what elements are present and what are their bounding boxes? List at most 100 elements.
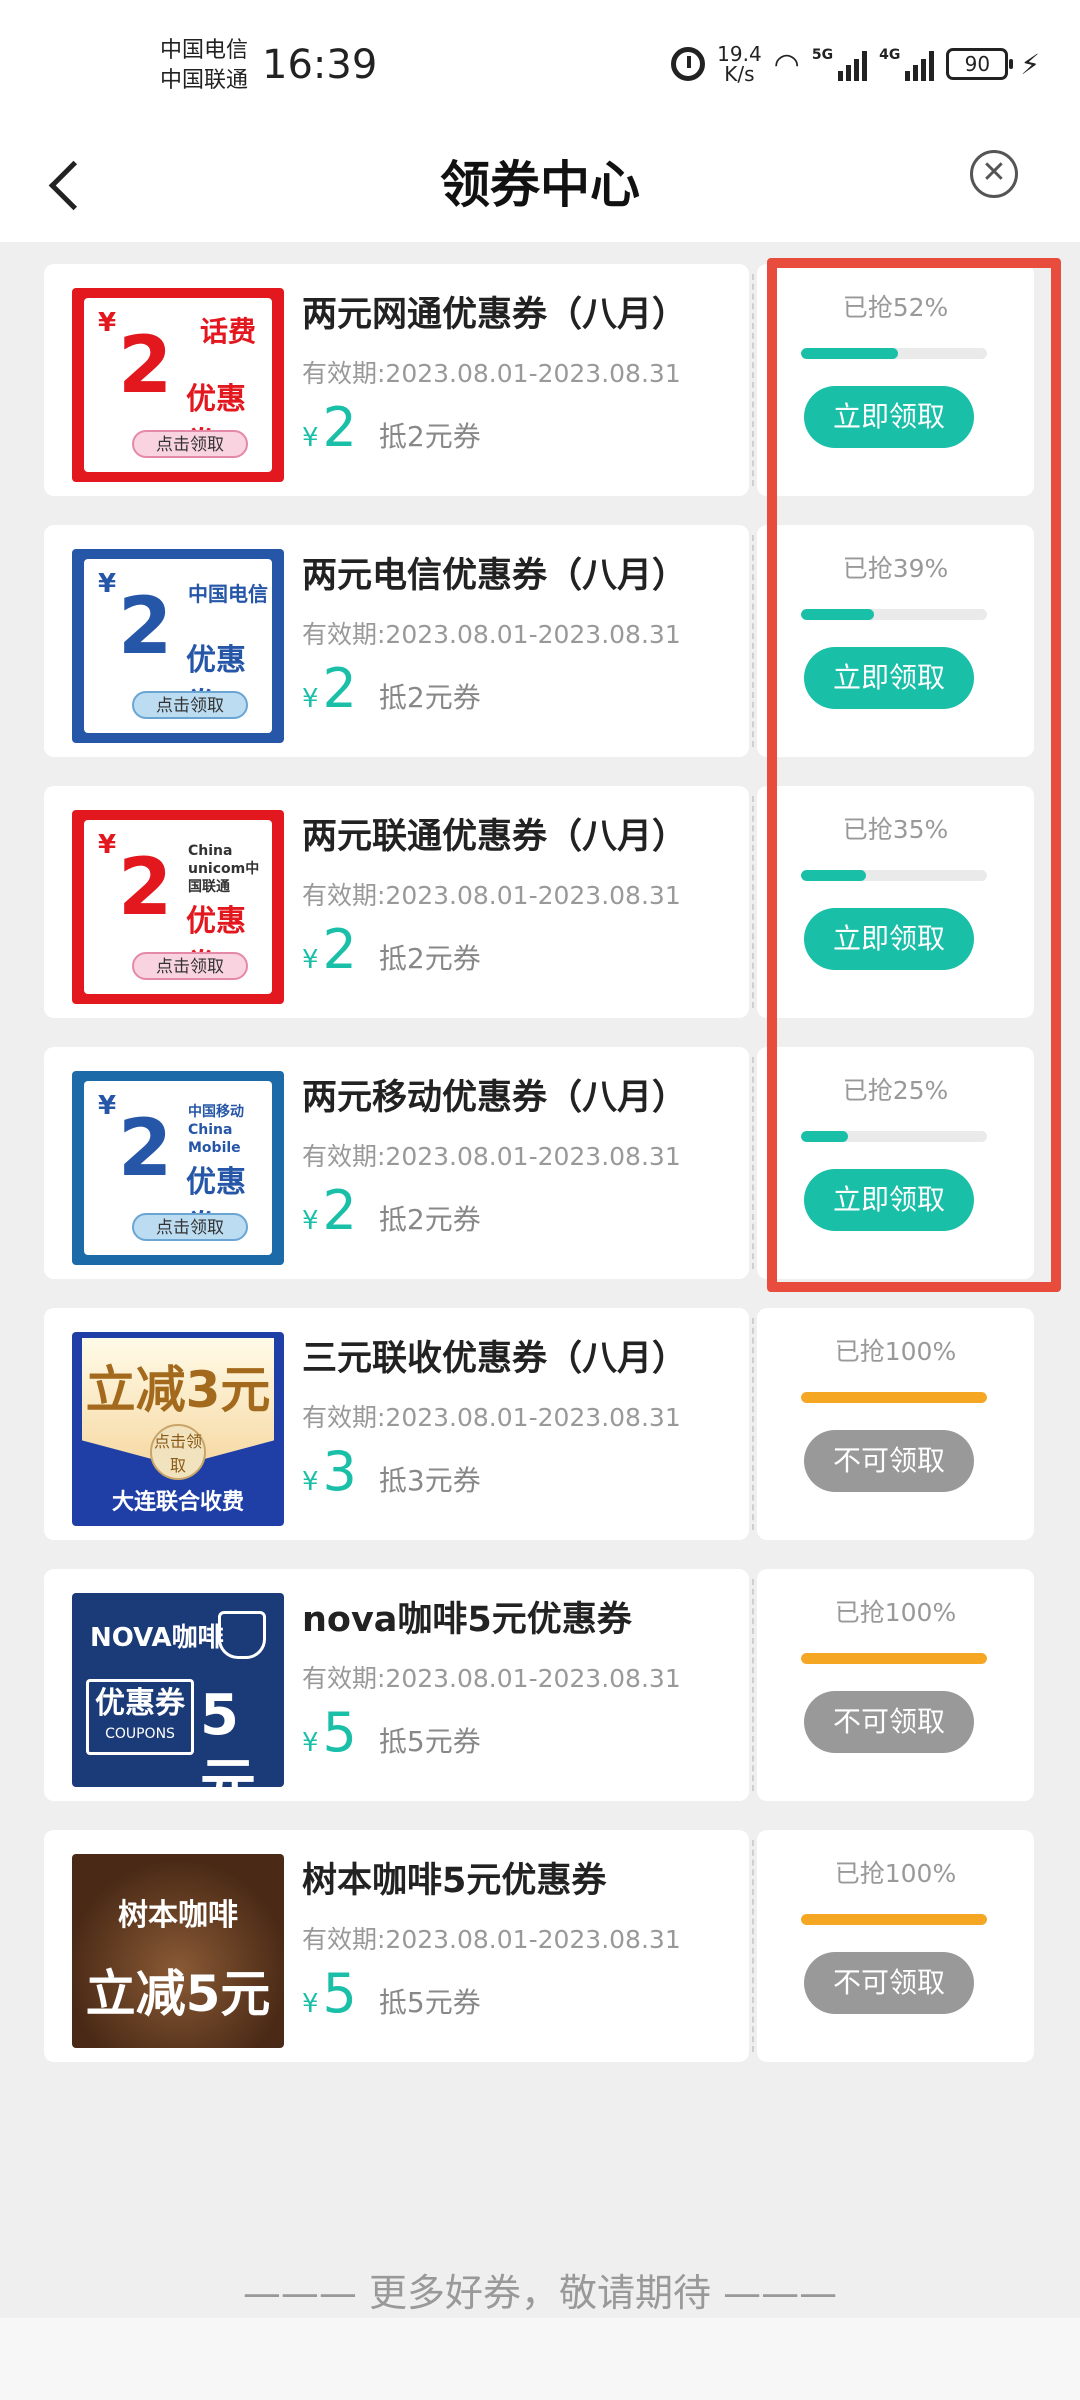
coupon-price: ¥ 2 抵2元券	[302, 396, 481, 459]
coupon-info: ¥ 2 中国电信 优惠券 点击领取 两元电信优惠券（八月） 有效期:2023.0…	[44, 525, 749, 757]
battery-icon: 90	[946, 48, 1014, 80]
net-type-1: 5G	[811, 47, 834, 63]
coupon-amount: 5	[322, 1701, 357, 1764]
perforation-divider	[752, 796, 754, 1008]
thumb-brand: 中国移动 China Mobile	[188, 1104, 244, 1156]
page-title: 领券中心	[440, 156, 640, 214]
coupon-desc: 抵5元券	[378, 1725, 481, 1758]
thumb-label: 优惠券	[95, 1686, 185, 1721]
thumb-click-label: 点击领取	[132, 1213, 248, 1241]
currency-symbol: ¥	[302, 1989, 319, 2019]
progress-fill	[801, 1392, 987, 1403]
system-nav-bar	[0, 2318, 1080, 2400]
coupon-image: ¥ 2 China unicom中国联通 优惠券 点击领取	[72, 810, 284, 1004]
coupon-card: NOVA咖啡 优惠券 COUPONS 5元 nova咖啡5元优惠券 有效期:20…	[44, 1569, 1034, 1801]
claim-button-disabled[interactable]: 不可领取	[804, 1952, 974, 2014]
coupon-price: ¥ 5 抵5元券	[302, 1701, 481, 1764]
currency-symbol: ¥	[302, 1206, 319, 1236]
coupon-amount: 2	[322, 396, 357, 459]
coupon-amount: 2	[322, 657, 357, 720]
perforation-divider	[752, 1579, 754, 1791]
coupon-image: 树本咖啡 立减5元	[72, 1854, 284, 2048]
speed-unit: K/s	[724, 62, 755, 86]
thumb-brand: 树本咖啡	[118, 1898, 238, 1933]
perforation-divider	[752, 1057, 754, 1269]
coupon-info: 立减3元 点击领取 大连联合收费 三元联收优惠券（八月） 有效期:2023.08…	[44, 1308, 749, 1540]
claimed-percent: 已抢100%	[834, 1598, 957, 1627]
alarm-icon	[671, 47, 706, 81]
coupon-price: ¥ 3 抵3元券	[302, 1440, 481, 1503]
network-speed: 19.4 K/s	[717, 44, 762, 84]
perforation-divider	[752, 535, 754, 747]
coupon-claim-panel: 已抢100% 不可领取	[757, 1569, 1034, 1801]
progress-bar	[801, 1914, 987, 1925]
header: 领券中心 ✕	[0, 130, 1080, 242]
clock: 16:39	[262, 42, 378, 88]
carrier-1: 中国电信	[160, 38, 249, 63]
thumb-brand: China unicom中国联通	[188, 843, 260, 895]
coupon-validity: 有效期:2023.08.01-2023.08.31	[302, 1142, 681, 1171]
coupon-image: ¥ 2 话费 优惠券 点击领取	[72, 288, 284, 482]
claimed-percent: 已抢100%	[834, 1337, 957, 1366]
coffee-cup-icon	[218, 1611, 266, 1659]
perforation-divider	[752, 1318, 754, 1530]
coupon-image: 立减3元 点击领取 大连联合收费	[72, 1332, 284, 1526]
claim-button-disabled[interactable]: 不可领取	[804, 1430, 974, 1492]
coupon-amount: 3	[322, 1440, 357, 1503]
thumb-click-label: 点击领取	[132, 952, 248, 980]
close-icon[interactable]: ✕	[970, 150, 1018, 198]
coupon-desc: 抵2元券	[378, 420, 481, 453]
coupon-claim-panel: 已抢100% 不可领取	[757, 1308, 1034, 1540]
thumb-label: 立减5元	[85, 1965, 271, 2023]
progress-bar	[801, 1392, 987, 1403]
currency-symbol: ¥	[302, 1467, 319, 1497]
coupon-amount: 2	[322, 918, 357, 981]
perforation-divider	[752, 1840, 754, 2052]
coupon-price: ¥ 2 抵2元券	[302, 657, 481, 720]
carrier-labels: 中国电信 中国联通	[160, 36, 248, 96]
footer-message: ——— 更多好券，敬请期待 ———	[242, 2271, 838, 2315]
coupon-image: ¥ 2 中国电信 优惠券 点击领取	[72, 549, 284, 743]
coupon-validity: 有效期:2023.08.01-2023.08.31	[302, 1664, 681, 1693]
perforation-divider	[752, 274, 754, 486]
progress-fill	[801, 1653, 987, 1664]
coupon-price: ¥ 2 抵2元券	[302, 918, 481, 981]
coupon-image: ¥ 2 中国移动 China Mobile 优惠券 点击领取	[72, 1071, 284, 1265]
coupon-desc: 抵3元券	[378, 1464, 481, 1497]
coupon-info: 树本咖啡 立减5元 树本咖啡5元优惠券 有效期:2023.08.01-2023.…	[44, 1830, 749, 2062]
coupon-name: nova咖啡5元优惠券	[302, 1600, 632, 1640]
thumb-yen: ¥	[98, 830, 117, 860]
coupon-amount: 2	[322, 1179, 357, 1242]
coupon-desc: 抵2元券	[378, 1203, 481, 1236]
thumb-yen: ¥	[98, 308, 117, 338]
coupon-info: NOVA咖啡 优惠券 COUPONS 5元 nova咖啡5元优惠券 有效期:20…	[44, 1569, 749, 1801]
coupon-desc: 抵2元券	[378, 681, 481, 714]
thumb-brand: 话费	[199, 315, 256, 348]
claim-button-disabled[interactable]: 不可领取	[804, 1691, 974, 1753]
progress-fill	[801, 1914, 987, 1925]
wifi-icon: ◠	[773, 46, 800, 82]
thumb-click-label: 点击领取	[150, 1424, 206, 1480]
thumb-yen: ¥	[98, 569, 117, 599]
coupon-amount: 5	[322, 1962, 357, 2025]
charging-icon: ⚡	[1020, 47, 1040, 81]
carrier-2: 中国联通	[160, 68, 249, 93]
coupon-name: 三元联收优惠券（八月）	[302, 1339, 688, 1379]
thumb-coupon-box: 优惠券 COUPONS	[86, 1679, 194, 1755]
thumb-brand: NOVA咖啡	[90, 1623, 224, 1653]
coupon-claim-panel: 已抢100% 不可领取	[757, 1830, 1034, 2062]
thumb-value: 5元	[200, 1683, 256, 1787]
progress-bar	[801, 1653, 987, 1664]
currency-symbol: ¥	[302, 945, 319, 975]
coupon-info: ¥ 2 中国移动 China Mobile 优惠券 点击领取 两元移动优惠券（八…	[44, 1047, 749, 1279]
claimed-percent: 已抢100%	[834, 1859, 957, 1888]
coupon-card: 立减3元 点击领取 大连联合收费 三元联收优惠券（八月） 有效期:2023.08…	[44, 1308, 1034, 1540]
thumb-amount: 2	[118, 1104, 173, 1194]
coupon-info: ¥ 2 China unicom中国联通 优惠券 点击领取 两元联通优惠券（八月…	[44, 786, 749, 1018]
thumb-title: 立减3元	[85, 1361, 271, 1419]
speed-value: 19.4	[717, 42, 762, 66]
coupon-name: 两元联通优惠券（八月）	[302, 817, 688, 857]
coupon-desc: 抵5元券	[378, 1986, 481, 2019]
thumb-amount: 2	[118, 843, 173, 933]
thumb-amount: 2	[118, 321, 173, 411]
